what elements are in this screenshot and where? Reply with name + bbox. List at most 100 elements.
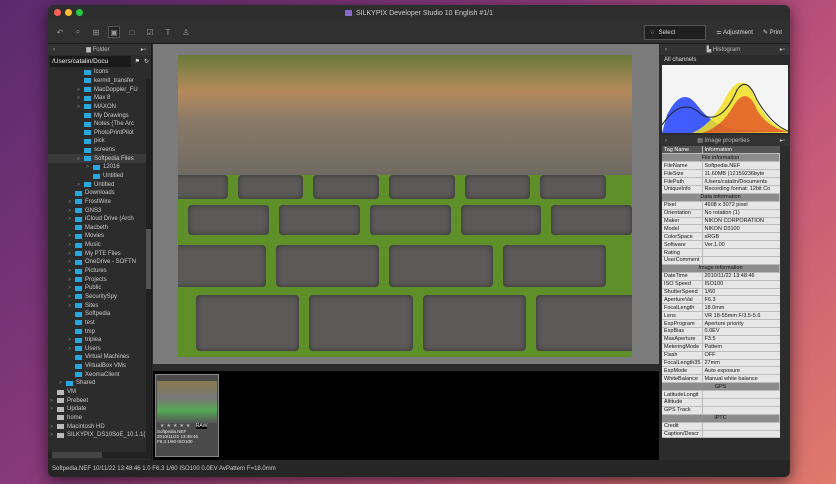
refresh-icon[interactable]: ↻ [144,58,149,65]
channel-select[interactable]: All channels [660,55,790,65]
folder-item[interactable]: > MAXON [48,103,151,112]
expand-arrow-icon[interactable]: > [77,182,84,188]
folder-item[interactable]: > Sites [48,301,151,310]
property-row[interactable]: ApertureVal F6.3 [662,295,780,305]
tree-scrollbar[interactable] [146,79,151,459]
folder-item[interactable]: > MacDoppler_FU [48,85,151,94]
folder-item[interactable]: VirtualBox VMs [48,362,151,371]
folder-item[interactable]: > Music [48,241,151,250]
property-row[interactable]: Caption/Descr [662,430,780,439]
folder-item[interactable]: kermit_transfer [48,77,151,86]
property-row[interactable]: Model NIKON D3100 [662,224,780,234]
property-row[interactable]: Pixel 4608 x 3072 pixel [662,201,780,210]
grid-view-icon[interactable]: ⊞ [90,26,102,38]
property-row[interactable]: WhiteBalance Manual white balance [662,374,780,384]
property-row[interactable]: MeteringMode Pattern [662,343,780,352]
folder-item[interactable]: > SILKYPIX_DS10SoE_10.1.1( [48,431,151,440]
close-button[interactable] [54,9,61,16]
property-row[interactable]: FilePath/Users/catalin/Documents [662,177,780,186]
collapse-icon[interactable]: ‹ [53,47,55,53]
folder-item[interactable]: XeomaClient [48,370,151,379]
folder-item[interactable]: Virtual Machines [48,353,151,362]
expand-arrow-icon[interactable]: > [59,380,66,386]
expand-arrow-icon[interactable]: > [50,398,57,404]
property-row[interactable]: GPS Track [662,406,780,415]
folder-item[interactable]: > iCloud Drive (Arch [48,215,151,224]
property-row[interactable]: UserComment [662,256,780,265]
bookmark-icon[interactable]: ⚑ [135,58,140,65]
panel-menu-icon[interactable]: ▸▫ [141,46,146,53]
folder-item[interactable]: > Users [48,345,151,354]
folder-item[interactable]: PhotoPrintPilot [48,128,151,137]
folder-item[interactable]: > SecuritySpy [48,293,151,302]
folder-item[interactable]: > Shared [48,379,151,388]
minimize-button[interactable] [65,9,72,16]
folder-item[interactable]: > My PTE Files [48,249,151,258]
combined-view-icon[interactable]: ▣ [108,26,120,38]
folder-item[interactable]: > Pictures [48,267,151,276]
expand-arrow-icon[interactable]: > [77,87,84,93]
select-button[interactable]: ☜ Select [644,25,707,40]
image-viewer[interactable] [153,44,659,364]
expand-arrow-icon[interactable]: > [68,233,75,239]
collapse-icon[interactable]: › [665,47,667,53]
folder-item[interactable]: Notes (The Arc [48,120,151,129]
expand-arrow-icon[interactable]: > [68,303,75,309]
checkbox-tool-icon[interactable]: ☑ [144,26,156,38]
property-row[interactable]: FocalLength35 27mm [662,359,780,368]
thumbnail[interactable]: ★★★★★ RAW Softpedia.NEF 2010/11/22 13:48… [155,374,219,457]
property-row[interactable]: FileName Softpedia.NEF [662,161,780,171]
expand-arrow-icon[interactable]: > [77,104,84,110]
property-row[interactable]: Maker NIKON CORPORATION [662,217,780,226]
expand-arrow-icon[interactable]: v [77,156,84,162]
folder-item[interactable]: tmp [48,327,151,336]
section-header[interactable]: IPTC [662,414,780,423]
property-row[interactable]: FocalLength 18.0mm [662,303,780,313]
folder-item[interactable]: > OneDrive - SOFTN [48,258,151,267]
folder-item[interactable]: > Untitled [48,180,151,189]
property-row[interactable]: ExpProgram Aperture priority [662,319,780,328]
folder-item[interactable]: screens [48,146,151,155]
section-header[interactable]: Data information [662,193,780,202]
folder-item[interactable]: v Softpedia Files [48,154,151,164]
expand-arrow-icon[interactable]: > [68,259,75,265]
folder-item[interactable]: > Prebeet [48,396,151,405]
expand-arrow-icon[interactable]: > [68,242,75,248]
zoom-button[interactable] [76,9,83,16]
folder-item[interactable]: > Max 8 [48,94,151,103]
section-header[interactable]: Image information [662,264,780,273]
property-row[interactable]: ExpMode Auto exposure [662,366,780,376]
folder-item[interactable]: test [48,319,151,328]
expand-arrow-icon[interactable]: > [68,268,75,274]
folder-item[interactable]: > GNS3 [48,206,151,215]
tree-hscrollbar[interactable] [48,452,146,458]
expand-arrow-icon[interactable]: > [50,406,57,412]
folder-item[interactable]: > Update [48,405,151,414]
stamp-tool-icon[interactable]: ♙ [180,26,192,38]
folder-item[interactable]: Macbeth [48,224,151,233]
expand-arrow-icon[interactable]: > [68,251,75,257]
folder-item[interactable]: >12016 [48,163,151,172]
folder-item[interactable]: > tripleа [48,336,151,345]
expand-arrow-icon[interactable]: > [50,432,57,438]
property-row[interactable]: ISO Speed ISO100 [662,280,780,289]
expand-arrow-icon[interactable]: > [68,199,75,205]
text-tool-icon[interactable]: T [162,26,174,38]
expand-arrow-icon[interactable]: > [68,208,75,214]
print-button[interactable]: ✎ Print [763,29,782,36]
expand-arrow-icon[interactable]: > [68,277,75,283]
expand-arrow-icon[interactable]: > [68,285,75,291]
expand-arrow-icon[interactable]: > [77,95,84,101]
undo-icon[interactable]: ↶ [54,26,66,38]
folder-item[interactable]: VM [48,388,151,397]
property-row[interactable]: Lens VR 18-55mm F/3.5-5.6 [662,311,780,321]
folder-item[interactable]: > Projects [48,275,151,284]
folder-item[interactable]: Downloads [48,189,151,198]
expand-arrow-icon[interactable]: > [68,337,75,343]
property-row[interactable]: ExpBias 0.0EV [662,327,780,336]
zoom-tool-icon[interactable]: ⌕ [72,26,84,38]
path-input[interactable]: /Users/catalin/Docu [50,56,131,67]
expand-arrow-icon[interactable]: > [86,164,93,170]
property-row[interactable]: DateTime 2010/11/22 13:48:46 [662,272,780,281]
property-row[interactable]: Orientation No rotation (1) [662,209,780,218]
